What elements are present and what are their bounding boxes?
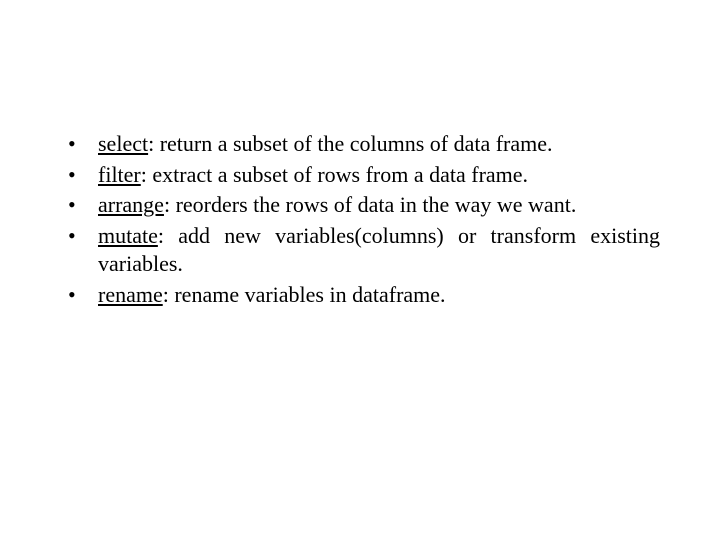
list-item: arrange: reorders the rows of data in th… (60, 191, 660, 220)
term: arrange (98, 192, 164, 217)
term: filter (98, 162, 141, 187)
description: : add new variables(columns) or transfor… (98, 223, 660, 277)
term: mutate (98, 223, 158, 248)
function-list: select: return a subset of the columns o… (60, 130, 660, 310)
list-item: rename: rename variables in dataframe. (60, 281, 660, 310)
description: : extract a subset of rows from a data f… (141, 162, 528, 187)
list-item: filter: extract a subset of rows from a … (60, 161, 660, 190)
term: rename (98, 282, 163, 307)
description: : reorders the rows of data in the way w… (164, 192, 576, 217)
description: : rename variables in dataframe. (163, 282, 446, 307)
list-item: select: return a subset of the columns o… (60, 130, 660, 159)
term: select (98, 131, 148, 156)
list-item: mutate: add new variables(columns) or tr… (60, 222, 660, 279)
description: : return a subset of the columns of data… (148, 131, 552, 156)
